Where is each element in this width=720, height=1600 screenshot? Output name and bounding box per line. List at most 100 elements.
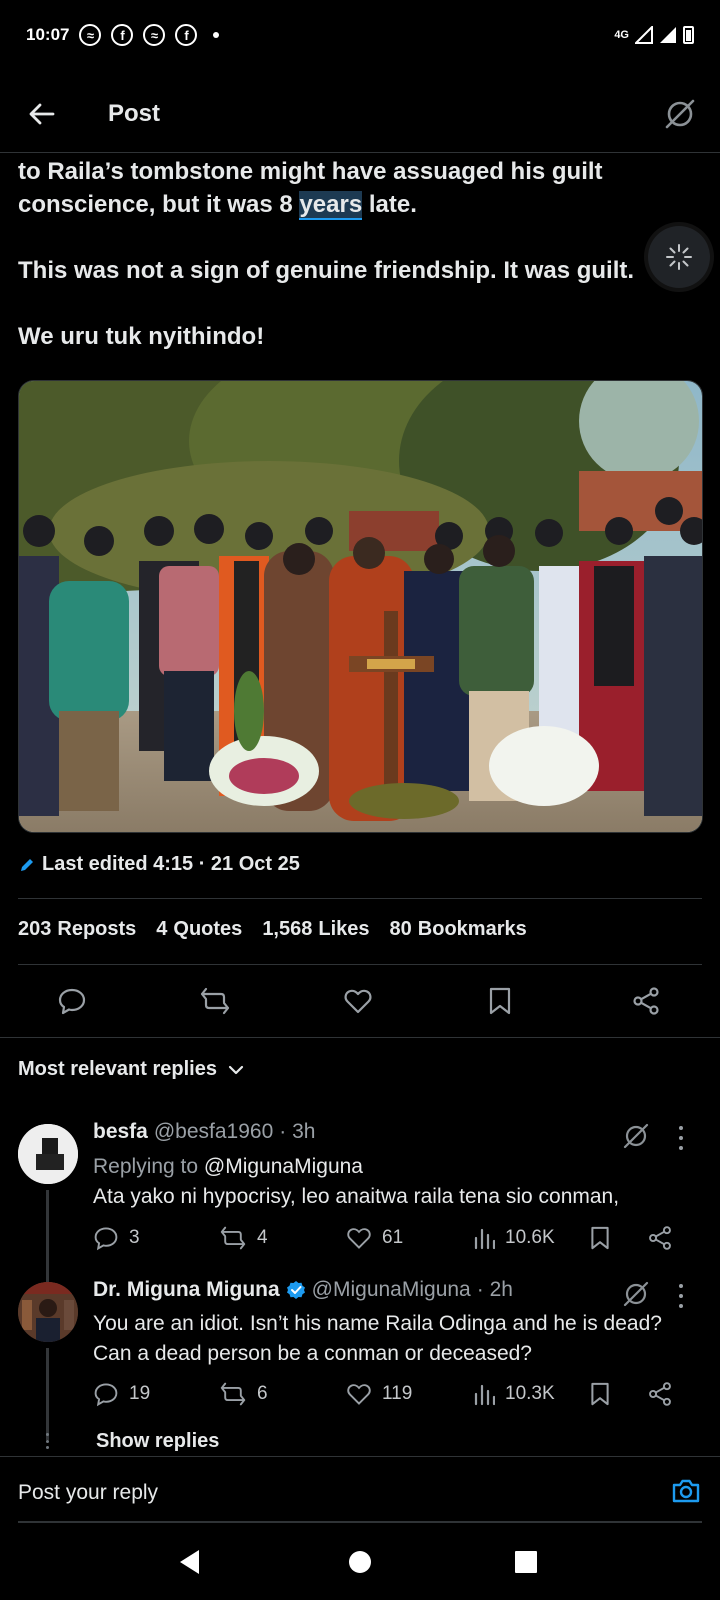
grok-button[interactable]	[660, 94, 700, 134]
show-replies-link[interactable]: Show replies	[96, 1430, 219, 1453]
post-text-line: late.	[362, 191, 417, 218]
replies-sort-dropdown[interactable]: Most relevant replies	[18, 1058, 245, 1081]
reply-share-button[interactable]	[647, 1223, 673, 1253]
post-paragraph: This was not a sign of genuine friendshi…	[18, 257, 635, 284]
back-arrow-icon	[29, 103, 55, 124]
reply-text-line: Can a dead person be a conman or decease…	[93, 1342, 532, 1365]
post-image[interactable]	[18, 380, 703, 833]
divider	[0, 1037, 720, 1038]
nav-back-button[interactable]	[176, 1548, 204, 1576]
reply-time: · 3h	[279, 1120, 316, 1143]
share-icon	[649, 1382, 671, 1406]
bookmarks-count: 80	[389, 918, 412, 940]
chevron-down-icon	[228, 1065, 244, 1074]
like-button[interactable]	[338, 981, 378, 1021]
quotes-stat[interactable]: 4 Quotes	[156, 918, 242, 941]
repost-icon	[220, 1226, 246, 1250]
likes-count: 1,568	[262, 918, 313, 940]
nav-recents-button[interactable]	[512, 1548, 540, 1576]
heart-icon	[347, 1384, 371, 1405]
bookmark-icon	[489, 987, 511, 1015]
triangle-back-icon	[180, 1550, 199, 1574]
page-title: Post	[108, 99, 161, 127]
reply-text-line: You are an idiot. Isn’t his name Raila O…	[93, 1312, 662, 1335]
bookmark-button[interactable]	[480, 981, 520, 1021]
nav-home-button[interactable]	[346, 1548, 374, 1576]
share-button[interactable]	[626, 981, 666, 1021]
post-stats: 203 Reposts 4 Quotes 1,568 Likes 80 Bookmark…	[18, 918, 527, 941]
back-button[interactable]	[20, 92, 64, 136]
post-text-line: to Raila’s tombstone might have assuaged…	[18, 158, 603, 185]
reply-repost-button[interactable]: 4	[219, 1223, 268, 1253]
reposts-label: Reposts	[57, 918, 137, 940]
last-edited-link[interactable]: Last edited 4:15 · 21 Oct 25	[18, 853, 300, 876]
reply-time: · 2h	[476, 1278, 513, 1301]
reply-repost-button[interactable]: 6	[219, 1379, 268, 1409]
post-text: to Raila’s tombstone might have assuaged…	[18, 155, 678, 353]
avatar[interactable]	[18, 1282, 78, 1342]
avatar-image	[18, 1124, 78, 1184]
like-count: 119	[382, 1383, 413, 1404]
reply-views-button[interactable]: 10.3K	[473, 1379, 555, 1409]
network-type: 4G	[614, 29, 629, 41]
composer-underline	[18, 1521, 702, 1523]
views-icon	[474, 1228, 495, 1250]
repost-icon	[200, 987, 230, 1015]
divider	[18, 964, 702, 965]
reply-button[interactable]	[52, 981, 92, 1021]
thread-line	[46, 1190, 49, 1290]
grok-icon	[665, 99, 695, 128]
replying-to-prefix: Replying to	[93, 1155, 204, 1178]
grok-icon[interactable]	[622, 1122, 650, 1150]
post-actions	[0, 975, 720, 1027]
reply-share-button[interactable]	[647, 1379, 673, 1409]
reply-header: besfa @besfa1960 · 3h	[93, 1120, 315, 1144]
reply-reply-button[interactable]: 19	[93, 1379, 150, 1409]
reply-views-button[interactable]: 10.6K	[473, 1223, 555, 1253]
reply-reply-button[interactable]: 3	[93, 1223, 140, 1253]
reply-bookmark-button[interactable]	[589, 1379, 611, 1409]
more-options-icon[interactable]	[676, 1126, 686, 1150]
reply-author-name[interactable]: Dr. Miguna Miguna	[93, 1278, 280, 1302]
like-count: 61	[382, 1227, 404, 1248]
views-count: 10.3K	[505, 1383, 555, 1404]
repost-button[interactable]	[195, 981, 235, 1021]
floating-sparkle-button[interactable]	[648, 226, 710, 288]
reply-body: You are an idiot. Isn’t his name Raila O…	[93, 1309, 693, 1369]
reply-actions: 3 4 61 10.6K	[93, 1223, 693, 1253]
reply-text: Ata yako ni hypocrisy, leo anaitwa raila…	[93, 1185, 620, 1208]
photo-illustration	[19, 381, 702, 832]
reposts-stat[interactable]: 203 Reposts	[18, 918, 136, 941]
reply-input-placeholder[interactable]: Post your reply	[18, 1481, 158, 1505]
signal-icon	[635, 26, 653, 44]
verified-badge-icon	[286, 1281, 305, 1299]
reply-like-button[interactable]: 119	[346, 1379, 412, 1409]
repost-count: 6	[257, 1383, 268, 1404]
reply-bookmark-button[interactable]	[589, 1223, 611, 1253]
bookmarks-label: Bookmarks	[417, 918, 527, 940]
sparkle-icon	[666, 244, 692, 270]
avatar[interactable]	[18, 1124, 78, 1184]
reply-like-button[interactable]: 61	[346, 1223, 403, 1253]
reply-author-handle[interactable]: @MigunaMiguna	[312, 1278, 471, 1302]
replying-to-handle[interactable]: @MigunaMiguna	[204, 1155, 363, 1178]
reply-composer[interactable]: Post your reply	[0, 1456, 720, 1520]
more-options-icon[interactable]	[676, 1284, 686, 1308]
reply-actions: 19 6 119 10.3K	[93, 1379, 693, 1409]
bookmark-icon	[591, 1226, 609, 1250]
share-icon	[633, 987, 659, 1015]
circle-home-icon	[349, 1551, 371, 1573]
likes-stat[interactable]: 1,568 Likes	[262, 918, 369, 941]
selected-word[interactable]: years	[299, 191, 363, 220]
reply-body: Replying to @MigunaMiguna Ata yako ni hy…	[93, 1152, 693, 1212]
camera-icon[interactable]	[670, 1475, 702, 1507]
views-count: 10.6K	[505, 1227, 555, 1248]
reply-author-name[interactable]: besfa	[93, 1120, 148, 1144]
system-navigation-bar	[0, 1524, 720, 1600]
signal-icon	[660, 27, 676, 43]
bookmarks-stat[interactable]: 80 Bookmarks	[390, 918, 527, 941]
replying-to: Replying to @MigunaMiguna	[93, 1152, 693, 1182]
grok-icon[interactable]	[622, 1280, 650, 1308]
reply-author-handle[interactable]: @besfa1960	[154, 1120, 273, 1144]
pencil-icon	[21, 858, 33, 871]
